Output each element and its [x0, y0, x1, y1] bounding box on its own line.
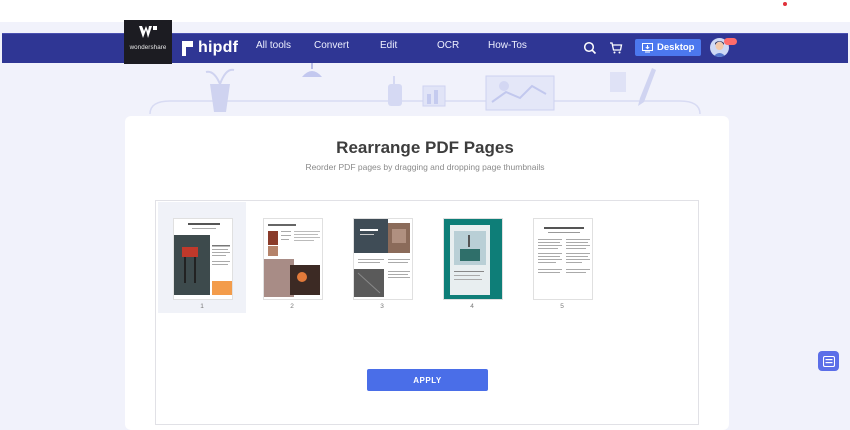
nav-edit[interactable]: Edit	[380, 40, 397, 51]
cart-icon[interactable]	[609, 41, 623, 55]
page-number-1: 1	[200, 303, 204, 310]
nav-all-tools[interactable]: All tools	[256, 40, 291, 51]
desktop-label: Desktop	[657, 42, 695, 53]
nav-ocr[interactable]: OCR	[437, 40, 459, 51]
hipdf-logo[interactable]: hipdf	[182, 39, 238, 57]
search-icon[interactable]	[583, 41, 597, 55]
floating-chat-button[interactable]	[818, 351, 839, 371]
page-preview-5	[533, 218, 593, 300]
hipdf-wordmark: hipdf	[198, 39, 239, 56]
hero-illustration	[149, 68, 701, 115]
vip-badge	[724, 38, 737, 45]
wondershare-logo[interactable]: wondershare	[124, 20, 172, 64]
page-thumbnail-1[interactable]: 1	[158, 202, 246, 313]
page-thumbnail-3[interactable]: 3	[338, 202, 426, 313]
page-thumbnail-2[interactable]: 2	[248, 202, 336, 313]
wondershare-wordmark: wondershare	[129, 44, 167, 51]
nav-how-tos[interactable]: How-Tos	[488, 40, 527, 51]
page-number-2: 2	[290, 303, 294, 310]
page-number-3: 3	[380, 303, 384, 310]
page-preview-3	[353, 218, 413, 300]
page-preview-1	[173, 218, 233, 300]
hipdf-mark-icon	[182, 40, 193, 56]
monitor-icon	[642, 42, 653, 52]
page-number-5: 5	[560, 303, 564, 310]
wondershare-mark-icon	[139, 26, 157, 38]
page-title: Rearrange PDF Pages	[336, 138, 514, 157]
page-subtitle: Reorder PDF pages by dragging and droppi…	[305, 162, 545, 172]
page-thumbnail-5[interactable]: 5	[518, 202, 606, 313]
browser-top-strip	[0, 0, 850, 22]
page-thumbnails-area: 1 2 3 4 5	[155, 200, 699, 425]
chat-icon	[822, 355, 835, 367]
notification-dot	[783, 2, 787, 6]
page-preview-4	[443, 218, 503, 300]
page-thumbnail-4[interactable]: 4	[428, 202, 516, 313]
apply-button[interactable]: APPLY	[367, 369, 488, 391]
desktop-download-button[interactable]: Desktop	[635, 39, 701, 56]
page-number-4: 4	[470, 303, 474, 310]
page-preview-2	[263, 218, 323, 300]
nav-convert[interactable]: Convert	[314, 40, 349, 51]
